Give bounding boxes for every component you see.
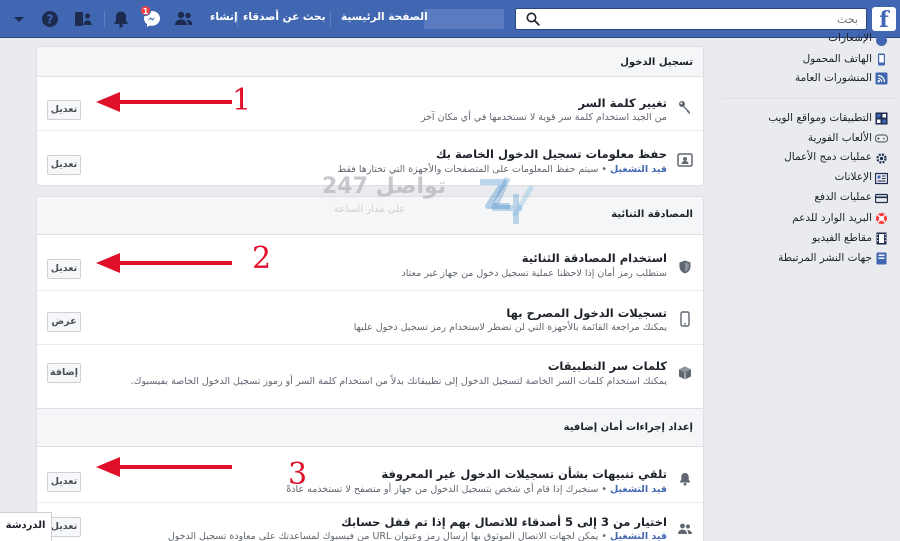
rss-icon [875,72,888,85]
globe-icon [876,35,887,46]
row-description-text: • سنخبرك إذا قام أي شخص بتسجيل الدخول من… [286,484,611,495]
settings-sidebar: الإشعارات الهاتف المحمول المنشورات العام… [720,32,900,541]
account-menu-chevron-down-icon[interactable] [8,8,30,30]
row-description-text: • سيتم حفظ المعلومات على المتصفحات والأج… [337,164,611,175]
top-navigation-bar: f الصفحة الرئيسية بحث عن أصدقاء إنشاء 1 … [0,0,900,38]
authorized-logins-row: تسجيلات الدخول المصرح بها يمكنك مراجعة ا… [37,291,703,345]
annotation-arrow-3 [96,457,232,477]
apps-icon [875,112,888,125]
annotation-number-3: 3 [288,457,308,492]
sidebar-item-business-integrations[interactable]: عمليات دمج الأعمال [784,151,872,163]
two-factor-section-header: المصادقة الثنائية [37,197,703,235]
edit-trusted-contacts-button[interactable]: تعديل [47,517,81,537]
annotation-arrow-1 [96,92,232,112]
help-question-icon[interactable]: ? [39,8,61,30]
sidebar-item-mobile[interactable]: الهاتف المحمول [803,53,872,65]
cube-icon [679,366,691,380]
sidebar-item-support-inbox[interactable]: البريد الوارد للدعم [792,212,872,224]
row-description: قيد التشغيل • سنخبرك إذا قام أي شخص بتسج… [286,484,667,495]
row-description: قيد التشغيل • سيتم حفظ المعلومات على الم… [337,164,667,175]
two-factor-section: المصادقة الثنائية استخدام المصادقة الثنا… [36,196,704,426]
extra-security-section-header: إعداد إجراءات أمان إضافية [37,409,703,447]
status-on-label: قيد التشغيل [610,531,667,541]
sidebar-item-ads[interactable]: الإعلانات [835,171,872,183]
two-factor-section-title: المصادقة الثنائية [611,209,693,220]
add-app-password-button[interactable]: إضافة [47,363,81,383]
ads-icon [875,172,888,185]
annotation-number-2: 2 [252,241,272,276]
sidebar-divider [722,98,898,99]
profile-link[interactable] [424,9,504,29]
sidebar-item-payments[interactable]: عمليات الدفع [814,191,872,203]
sidebar-item-instant-games[interactable]: الألعاب الفورية [808,132,872,144]
nav-separator [330,11,331,27]
sidebar-item-apps-websites[interactable]: التطبيقات ومواقع الويب [768,112,872,124]
search-box [515,8,867,30]
friend-requests-icon[interactable] [173,8,195,30]
row-title: حفظ معلومات تسجيل الدخول الخاصة بك [435,147,667,161]
row-title: استخدام المصادقة الثنائية [521,251,667,265]
row-title: تلقي تنبيهات بشأن تسجيلات الدخول غير الم… [381,467,667,481]
status-on-label: قيد التشغيل [610,484,667,495]
annotation-arrow-2 [96,253,232,273]
row-title: كلمات سر التطبيقات [547,359,667,373]
edit-save-login-button[interactable]: تعديل [47,155,81,175]
messenger-badge: 1 [140,5,151,16]
shield-icon [679,260,691,274]
sidebar-item-notifications[interactable]: الإشعارات [828,32,872,44]
nav-separator [104,11,105,27]
sidebar-item-linked-publications[interactable]: جهات النشر المرتبطة [778,252,872,264]
row-description: يمكنك استخدام كلمات السر الخاصة لتسجيل ا… [130,376,667,387]
key-icon [679,101,690,114]
lifebuoy-icon [876,213,887,224]
edit-two-factor-button[interactable]: تعديل [47,259,81,279]
search-input[interactable] [546,9,866,29]
save-login-info-row: حفظ معلومات تسجيل الدخول الخاصة بك قيد ا… [37,131,703,187]
row-description: من الجيد استخدام كلمة سر قوية لا تستخدمه… [420,112,667,123]
notifications-bell-icon[interactable] [110,8,132,30]
film-icon [876,232,887,245]
gear-icon [876,153,887,164]
sidebar-item-public-posts[interactable]: المنشورات العامة [795,72,872,84]
quick-help-shortcuts-icon[interactable] [72,8,94,30]
login-section-title: تسجيل الدخول [620,57,693,68]
extra-security-section-title: إعداد إجراءات أمان إضافية [563,422,693,433]
status-on-label: قيد التشغيل [610,164,667,175]
edit-password-button[interactable]: تعديل [47,100,81,120]
row-description: يمكنك مراجعة القائمة بالأجهزة التي لن تض… [353,322,667,333]
phone-icon [680,311,690,327]
sidebar-item-videos[interactable]: مقاطع الفيديو [812,232,872,244]
row-description-text: • يمكن لجهات الاتصال الموثوق بها إرسال ر… [167,531,611,541]
bell-icon [680,473,690,486]
trusted-contacts-row: اختيار من 3 إلى 5 أصدقاء للاتصال بهم إذا… [37,503,703,541]
app-passwords-row: كلمات سر التطبيقات يمكنك استخدام كلمات ا… [37,345,703,401]
nav-create-link[interactable]: إنشاء [210,11,238,23]
svg-text:?: ? [47,12,54,26]
nav-home-link[interactable]: الصفحة الرئيسية [341,11,428,23]
friends-icon [678,523,692,534]
login-section: تسجيل الدخول تغيير كلمة السر من الجيد اس… [36,46,704,186]
search-icon[interactable] [526,12,540,26]
row-title: تسجيلات الدخول المصرح بها [506,306,667,320]
login-section-header: تسجيل الدخول [37,47,703,77]
gamepad-icon [875,134,888,143]
facebook-logo[interactable]: f [872,7,896,31]
nav-find-friends-link[interactable]: بحث عن أصدقاء [243,11,326,23]
row-title: اختيار من 3 إلى 5 أصدقاء للاتصال بهم إذا… [341,515,667,529]
chat-tab[interactable]: الدردشة [0,512,52,541]
card-icon [875,193,888,204]
row-description: ستطلب رمز أمان إذا لاحظنا عملية تسجيل دخ… [401,268,667,279]
book-icon [876,252,887,265]
row-title: تغيير كلمة السر [578,96,667,110]
row-description: قيد التشغيل • يمكن لجهات الاتصال الموثوق… [168,531,667,541]
annotation-number-1: 1 [232,83,252,118]
id-card-icon [677,153,693,167]
edit-login-alerts-button[interactable]: تعديل [47,472,81,492]
mobile-icon [878,53,885,66]
view-authorized-logins-button[interactable]: عرض [47,312,81,332]
